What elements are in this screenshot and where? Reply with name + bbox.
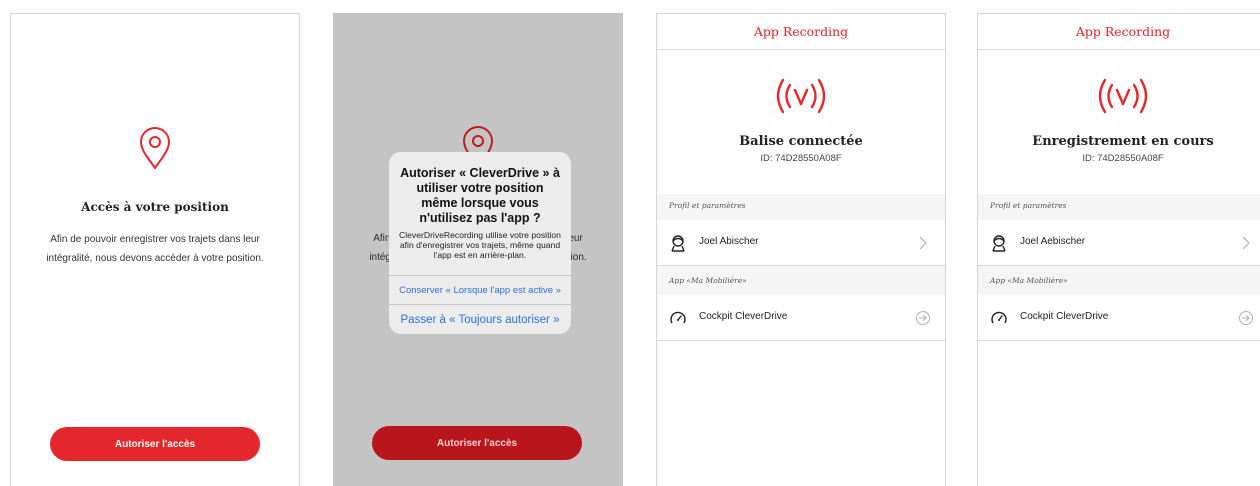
- chevron-right-icon: [919, 236, 927, 250]
- cockpit-label: Cockpit CleverDrive: [1020, 311, 1109, 322]
- allow-access-button[interactable]: Autoriser l'accès: [50, 427, 260, 461]
- user-icon: [992, 235, 1006, 252]
- permission-description: Afin de pouvoir enregistrer vos trajets …: [46, 234, 264, 264]
- location-pin-icon: [139, 127, 171, 170]
- section-header-app: App «Ma Mobilière»: [990, 276, 1068, 285]
- cockpit-row[interactable]: Cockpit CleverDrive: [978, 295, 1260, 341]
- alert-message: CleverDriveRecording utilise votre posit…: [399, 230, 561, 260]
- profile-row[interactable]: Joel Aebischer: [978, 220, 1260, 266]
- device-id: ID: 74D28550A08F: [760, 153, 842, 164]
- permission-title: Accès à votre position: [81, 200, 229, 214]
- row-divider: [978, 340, 1260, 341]
- profile-name: Joel Abischer: [699, 236, 759, 247]
- permission-alert-screen: Afin de pouvoir enregistrer vos trajets …: [333, 13, 623, 486]
- section-header-profile: Profil et paramètres: [990, 201, 1067, 210]
- nav-title: App Recording: [657, 14, 945, 50]
- location-alert-dialog: Autoriser « CleverDrive » à utiliser vot…: [389, 152, 571, 334]
- device-id: ID: 74D28550A08F: [1082, 153, 1164, 164]
- permission-screen: Accès à votre position Afin de pouvoir e…: [10, 13, 300, 486]
- user-icon: [671, 235, 685, 252]
- always-allow-button[interactable]: Passer à « Toujours autoriser »: [389, 304, 571, 334]
- external-link-icon: [916, 311, 930, 325]
- profile-row[interactable]: Joel Abischer: [657, 220, 945, 266]
- row-divider: [657, 340, 945, 341]
- chevron-right-icon: [1242, 236, 1250, 250]
- section-header-profile: Profil et paramètres: [669, 201, 746, 210]
- speedometer-icon: [991, 311, 1007, 324]
- allow-access-button[interactable]: Autoriser l'accès: [372, 426, 582, 460]
- broadcast-signal-icon: [776, 78, 826, 114]
- cockpit-label: Cockpit CleverDrive: [699, 311, 788, 322]
- status-title: Enregistrement en cours: [1032, 134, 1214, 149]
- alert-title: Autoriser « CleverDrive » à utiliser vot…: [400, 166, 560, 225]
- cockpit-row[interactable]: Cockpit CleverDrive: [657, 295, 945, 341]
- keep-while-using-button[interactable]: Conserver « Lorsque l'app est active »: [389, 275, 571, 304]
- recording-screen-active: App Recording Enregistrement en cours ID…: [977, 13, 1260, 486]
- external-link-icon: [1239, 311, 1253, 325]
- status-title: Balise connectée: [739, 134, 863, 149]
- nav-title: App Recording: [978, 14, 1260, 50]
- speedometer-icon: [670, 311, 686, 324]
- profile-name: Joel Aebischer: [1020, 236, 1086, 247]
- recording-screen-connected: App Recording Balise connectée ID: 74D28…: [656, 13, 946, 486]
- section-header-app: App «Ma Mobilière»: [669, 276, 747, 285]
- broadcast-signal-icon: [1098, 78, 1148, 114]
